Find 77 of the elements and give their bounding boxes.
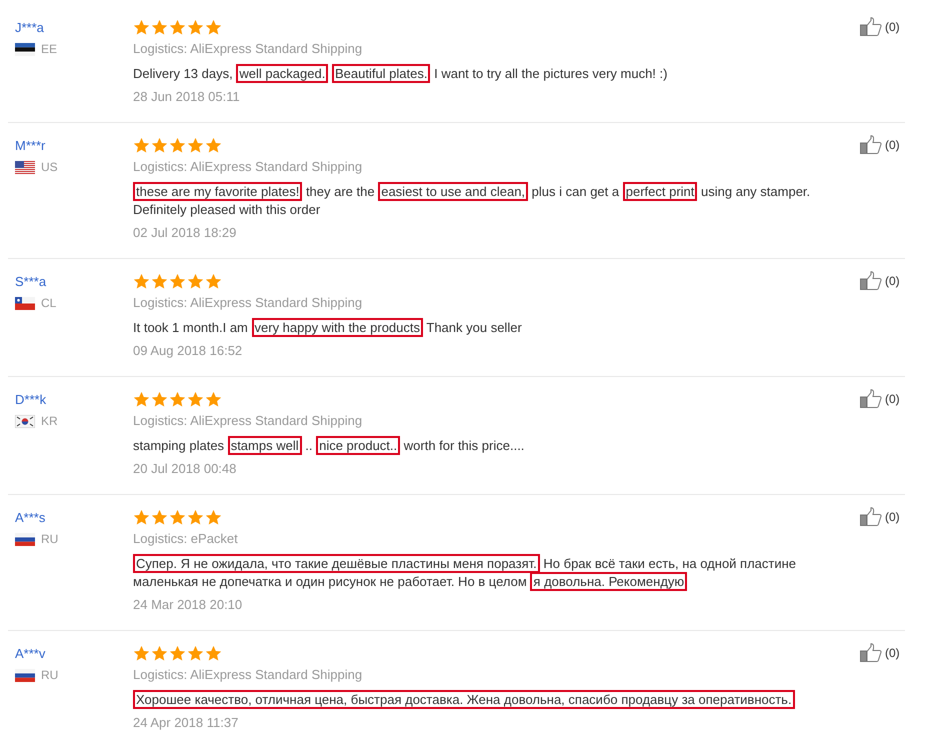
star-icon <box>205 508 222 526</box>
star-icon <box>169 390 186 408</box>
star-icon <box>205 644 222 662</box>
flag-icon <box>15 160 35 174</box>
like-count: (0) <box>885 274 900 288</box>
reviewer-name[interactable]: A***s <box>15 510 133 525</box>
star-icon <box>133 390 150 408</box>
flag-icon <box>15 532 35 546</box>
star-icon <box>169 18 186 36</box>
like-count: (0) <box>885 392 900 406</box>
review-date: 20 Jul 2018 00:48 <box>133 460 236 478</box>
reviewer-name[interactable]: J***a <box>15 20 133 35</box>
review-date: 28 Jun 2018 05:11 <box>133 88 240 106</box>
flag-icon <box>15 296 35 310</box>
star-icon <box>133 508 150 526</box>
star-icon <box>187 18 204 36</box>
country-code: US <box>41 160 58 174</box>
review-text: these are my favorite plates! they are the easiest to use and clean, plus i can get a perfect print using any stamper. Definitely pleased with this order <box>133 183 812 219</box>
country-code: KR <box>41 414 58 428</box>
review-date: 24 Mar 2018 20:10 <box>133 596 242 614</box>
star-icon <box>151 390 168 408</box>
thumbs-up-icon[interactable] <box>860 17 882 36</box>
star-icon <box>187 136 204 154</box>
logistics-text: Logistics: AliExpress Standard Shipping <box>133 666 362 684</box>
star-icon <box>187 508 204 526</box>
logistics-text: Logistics: AliExpress Standard Shipping <box>133 294 362 312</box>
review-date: 09 Aug 2018 16:52 <box>133 342 242 360</box>
logistics-text: Logistics: ePacket <box>133 530 238 548</box>
thumbs-up-icon[interactable] <box>860 643 882 662</box>
star-icon <box>169 644 186 662</box>
logistics-text: Logistics: AliExpress Standard Shipping <box>133 158 362 176</box>
country-code: RU <box>41 668 58 682</box>
star-icon <box>151 136 168 154</box>
review-text: Delivery 13 days, well packaged. Beautiful plates. I want to try all the pictures very much! :) <box>133 65 668 83</box>
review-text: It took 1 month.I am very happy with the products Thank you seller <box>133 319 523 337</box>
star-icon <box>133 18 150 36</box>
like-count: (0) <box>885 20 900 34</box>
reviewer-name[interactable]: D***k <box>15 392 133 407</box>
star-icon <box>151 644 168 662</box>
country-code: EE <box>41 42 58 56</box>
logistics-text: Logistics: AliExpress Standard Shipping <box>133 412 362 430</box>
star-icon <box>133 644 150 662</box>
review-text: stamping plates stamps well .. nice product.. worth for this price.... <box>133 437 526 455</box>
star-icon <box>205 136 222 154</box>
star-icon <box>133 272 150 290</box>
thumbs-up-icon[interactable] <box>860 507 882 526</box>
star-icon <box>169 508 186 526</box>
star-icon <box>169 272 186 290</box>
thumbs-up-icon[interactable] <box>860 389 882 408</box>
star-icon <box>133 136 150 154</box>
star-icon <box>151 272 168 290</box>
country-code: RU <box>41 532 58 546</box>
review-date: 24 Apr 2018 11:37 <box>133 714 238 732</box>
star-icon <box>151 508 168 526</box>
thumbs-up-icon[interactable] <box>860 271 882 290</box>
country-code: CL <box>41 296 56 310</box>
star-icon <box>205 18 222 36</box>
flag-icon <box>15 42 35 56</box>
reviewer-name[interactable]: S***a <box>15 274 133 289</box>
like-count: (0) <box>885 510 900 524</box>
star-icon <box>205 272 222 290</box>
flag-icon <box>15 668 35 682</box>
star-icon <box>151 18 168 36</box>
thumbs-up-icon[interactable] <box>860 135 882 154</box>
star-icon <box>169 136 186 154</box>
like-count: (0) <box>885 138 900 152</box>
flag-icon <box>15 414 35 428</box>
logistics-text: Logistics: AliExpress Standard Shipping <box>133 40 362 58</box>
reviewer-name[interactable]: M***r <box>15 138 133 153</box>
star-icon <box>187 390 204 408</box>
star-icon <box>187 644 204 662</box>
reviewer-name[interactable]: A***v <box>15 646 133 661</box>
review-text: Супер. Я не ожидала, что такие дешёвые пластины меня поразят. Но брак всё таки есть, на одной пластине маленькая не допечатка и один рисунок не работает. Но в целом я довольна. Рекомендую <box>133 555 798 591</box>
like-count: (0) <box>885 646 900 660</box>
star-icon <box>187 272 204 290</box>
review-date: 02 Jul 2018 18:29 <box>133 224 236 242</box>
star-icon <box>205 390 222 408</box>
